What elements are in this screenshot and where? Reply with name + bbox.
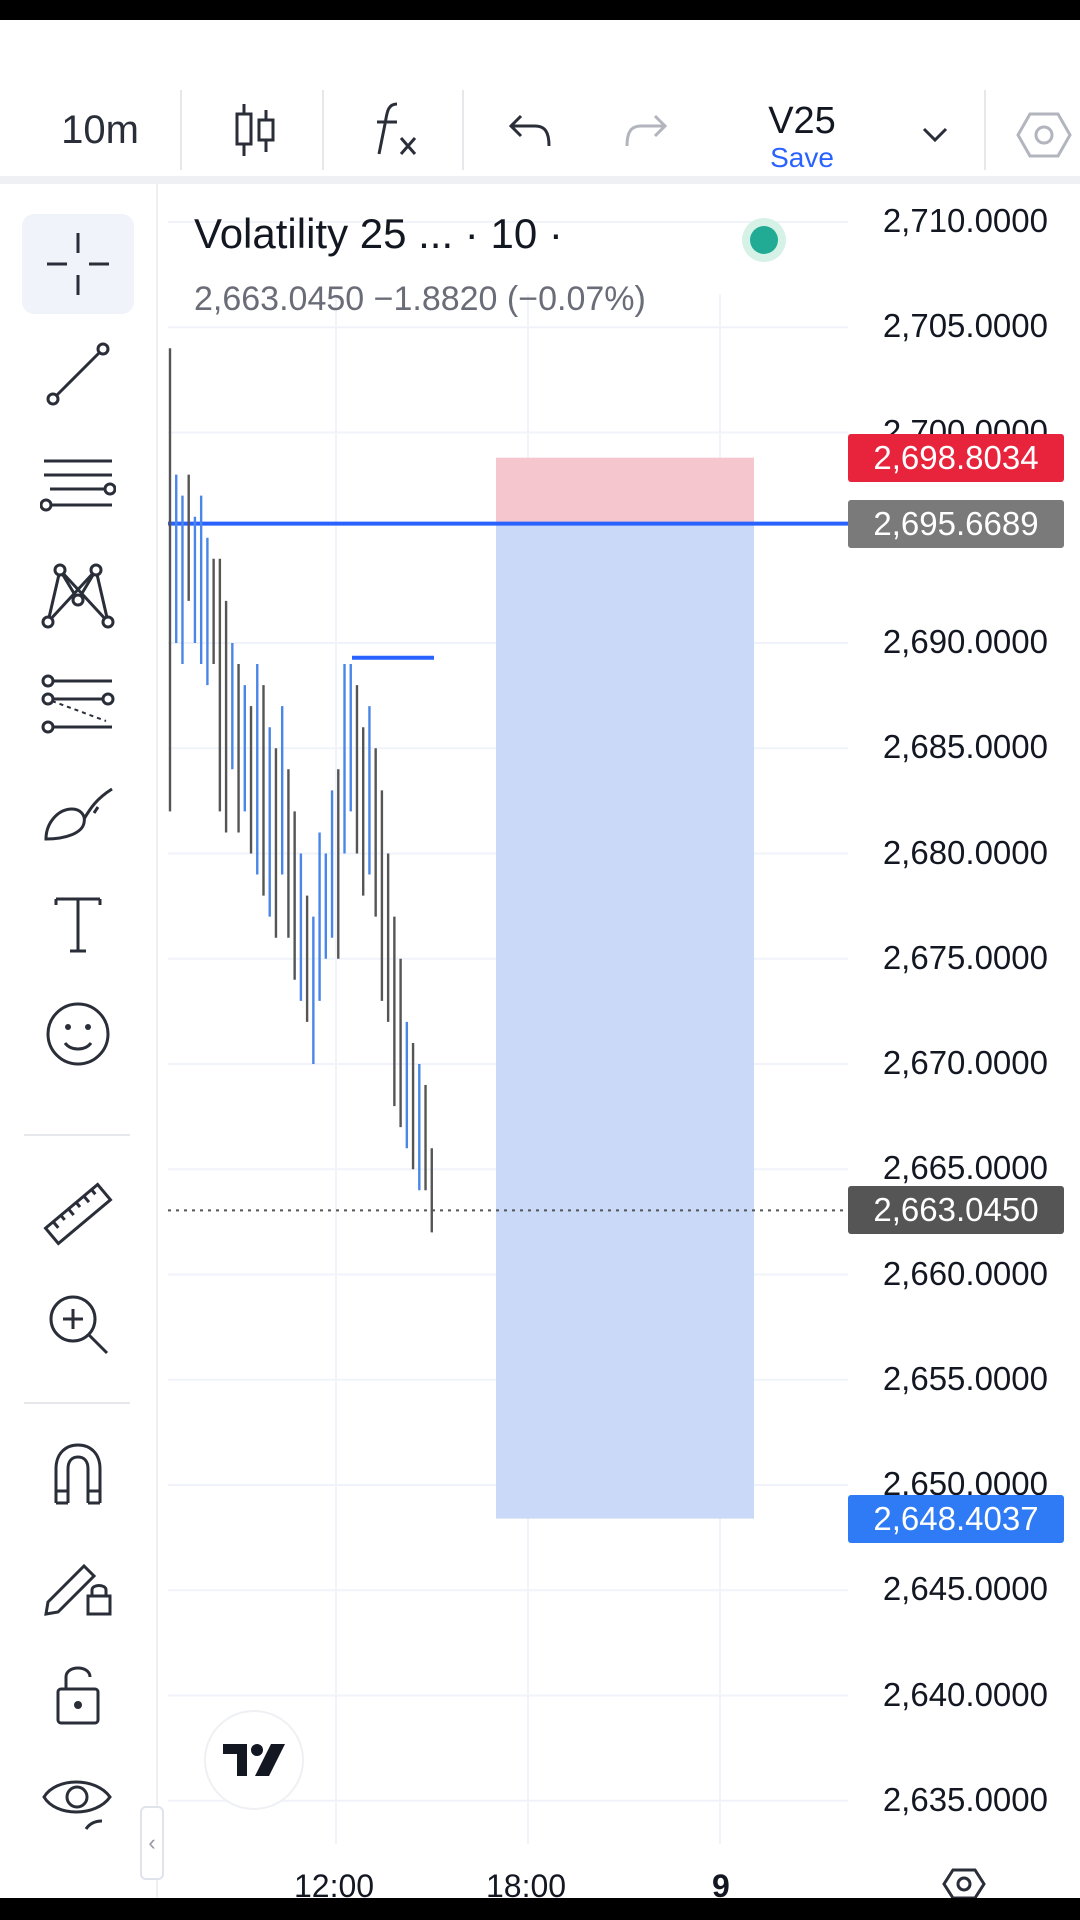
- settings-button[interactable]: [1016, 100, 1080, 170]
- axis-settings-button[interactable]: [940, 1868, 988, 1900]
- unlock-tool[interactable]: [22, 1644, 134, 1744]
- price-axis-label: 2,665.0000: [882, 1149, 1048, 1187]
- top-toolbar: 10m V25 Save: [0, 20, 1080, 180]
- market-status-indicator[interactable]: [742, 218, 786, 262]
- lock-drawings-icon: [44, 1563, 112, 1616]
- take-profit-zone: [496, 523, 754, 1519]
- indicators-button[interactable]: [350, 90, 440, 170]
- price-axis-label: 2,675.0000: [882, 938, 1048, 976]
- fib-levels-tool[interactable]: [22, 434, 134, 534]
- trend-line-tool[interactable]: [22, 324, 134, 424]
- undo-icon: [508, 114, 551, 147]
- stop-loss-zone: [496, 457, 754, 524]
- price-axis-label: 2,690.0000: [882, 623, 1048, 660]
- eye-icon: [42, 1780, 112, 1830]
- emoji-tool[interactable]: [22, 984, 134, 1084]
- settings-icon: [942, 1868, 986, 1900]
- candles-icon: [235, 104, 275, 156]
- redo-icon: [625, 114, 668, 147]
- zoom-in-tool[interactable]: [22, 1274, 134, 1374]
- price-axis-label: 2,635.0000: [882, 1780, 1048, 1818]
- chart-type-button[interactable]: [210, 90, 300, 170]
- toolbar-separator: [0, 176, 1080, 184]
- toolbar-divider: [24, 1134, 130, 1136]
- toolbar-divider: [322, 90, 324, 170]
- status-bar: [0, 0, 1080, 20]
- trend-line-icon: [46, 342, 110, 406]
- forecast-icon: [41, 674, 115, 734]
- function-icon: [377, 102, 417, 155]
- tradingview-logo-icon: [223, 1744, 285, 1776]
- save-button[interactable]: Save: [752, 142, 852, 174]
- chevron-down-icon: [922, 127, 948, 143]
- chevron-left-icon: ‹: [148, 1830, 156, 1855]
- price-axis-label: 2,670.0000: [882, 1044, 1048, 1081]
- brush-icon: [44, 787, 113, 841]
- toolbar-divider: [180, 90, 182, 170]
- target-level-badge: 2,648.4037: [848, 1494, 1064, 1543]
- collapse-toolbar-button[interactable]: ‹: [140, 1806, 164, 1880]
- entry-level-badge: 2,695.6689: [848, 499, 1064, 548]
- undo-button[interactable]: [490, 90, 570, 170]
- pattern-tool[interactable]: [22, 544, 134, 644]
- interval-label: 10m: [61, 107, 139, 152]
- magnet-tool[interactable]: [22, 1424, 134, 1524]
- price-axis-label: 2,685.0000: [882, 728, 1048, 766]
- ruler-tool[interactable]: [22, 1164, 134, 1264]
- lock-drawings-tool[interactable]: [22, 1534, 134, 1634]
- price-axis-label: 2,705.0000: [882, 307, 1048, 345]
- magnet-icon: [54, 1443, 102, 1505]
- hide-drawings-tool[interactable]: [22, 1754, 134, 1854]
- price-axis-label: 2,655.0000: [882, 1359, 1048, 1397]
- price-change: 2,663.0450 −1.8820 (−0.07%): [194, 280, 646, 318]
- tradingview-logo[interactable]: [204, 1710, 304, 1810]
- price-axis-label: 2,640.0000: [882, 1675, 1048, 1713]
- toolbar-divider: [462, 90, 464, 170]
- price-chart[interactable]: [168, 184, 848, 1898]
- price-axis-label: 2,645.0000: [882, 1570, 1048, 1608]
- fib-levels-icon: [40, 459, 116, 512]
- layout-name: V25: [768, 100, 836, 142]
- price-axis-label: 2,710.0000: [882, 202, 1048, 239]
- redo-button[interactable]: [606, 90, 686, 170]
- toolbar-divider: [984, 90, 986, 170]
- crosshair-icon: [47, 233, 109, 295]
- drawing-toolbar: [0, 184, 158, 1898]
- stop-level-badge: 2,698.8034: [848, 433, 1064, 482]
- unlock-icon: [56, 1666, 100, 1725]
- zoom-in-icon: [49, 1295, 109, 1355]
- layout-dropdown[interactable]: [900, 100, 970, 170]
- interval-button[interactable]: 10m: [40, 90, 160, 170]
- settings-icon: [1016, 112, 1072, 158]
- price-axis-label: 2,660.0000: [882, 1254, 1048, 1292]
- brush-tool[interactable]: [22, 764, 134, 864]
- navigation-bar: [0, 1898, 1080, 1920]
- ruler-icon: [43, 1182, 113, 1246]
- text-tool[interactable]: [22, 874, 134, 974]
- emoji-icon: [46, 1002, 110, 1066]
- toolbar-divider: [24, 1402, 130, 1404]
- chart-pane[interactable]: [168, 184, 848, 1898]
- price-axis-label: 2,680.0000: [882, 833, 1048, 871]
- pattern-icon: [41, 563, 115, 629]
- crosshair-tool[interactable]: [22, 214, 134, 314]
- last-price-badge: 2,663.0450: [848, 1186, 1064, 1235]
- symbol-title[interactable]: Volatility 25 ... · 10 ·: [194, 210, 563, 258]
- text-icon: [54, 897, 102, 953]
- forecast-tool[interactable]: [22, 654, 134, 754]
